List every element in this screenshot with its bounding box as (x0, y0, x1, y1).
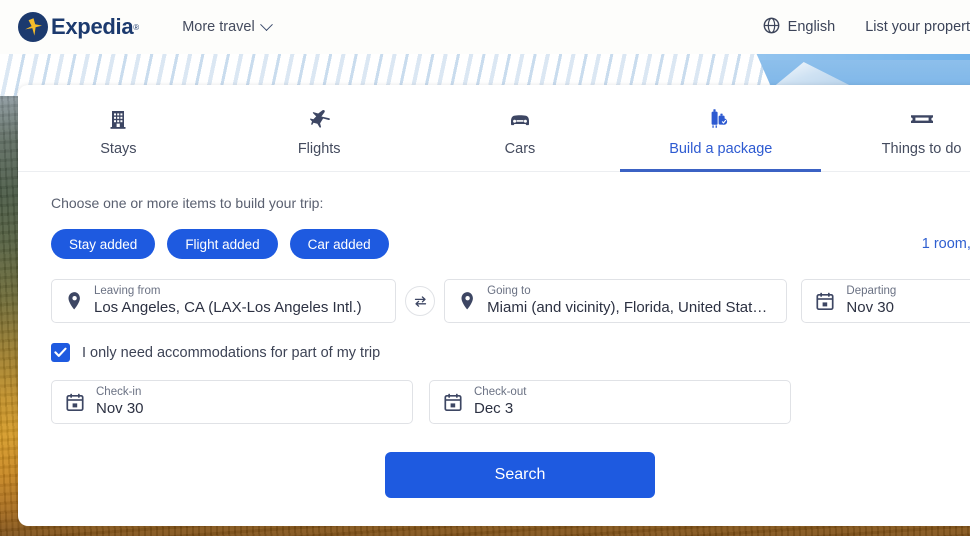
globe-icon (763, 17, 780, 38)
tab-build-a-package[interactable]: Build a package (620, 85, 821, 172)
check-in-value: Nov 30 (96, 400, 144, 417)
leaving-from-label: Leaving from (94, 285, 161, 297)
expedia-logo[interactable]: Expedia ® (18, 12, 139, 42)
expedia-plane-logo-icon (18, 12, 48, 42)
chevron-down-icon (259, 17, 273, 31)
tab-stays[interactable]: Stays (18, 85, 219, 171)
tab-flights-label: Flights (297, 141, 341, 157)
going-to-texts: Going to Miami (and vicinity), Florida, … (487, 285, 772, 317)
chip-car-added[interactable]: Car added (289, 229, 389, 259)
check-out-field[interactable]: Check-out Dec 3 (429, 380, 791, 424)
check-in-field[interactable]: Check-in Nov 30 (51, 380, 413, 424)
list-your-property-link[interactable]: List your propert (865, 19, 970, 35)
car-icon (508, 108, 532, 130)
brand-name: Expedia (51, 14, 134, 39)
route-and-date-row: Leaving from Los Angeles, CA (LAX-Los An… (51, 279, 970, 323)
tab-things-to-do-label: Things to do (881, 141, 962, 157)
tab-stays-label: Stays (100, 141, 137, 157)
swap-arrows-icon[interactable] (405, 286, 436, 316)
ticket-icon (909, 108, 935, 130)
search-form: Choose one or more items to build your t… (18, 172, 970, 498)
partial-stay-checkbox[interactable] (51, 343, 70, 362)
location-pin-icon (459, 291, 475, 311)
search-button-row: Search (51, 452, 970, 498)
tab-cars[interactable]: Cars (420, 85, 621, 171)
brand-trademark: ® (133, 22, 140, 32)
header-right-group: English List your propert (763, 17, 970, 38)
travelers-selector[interactable]: 1 room, 2 (922, 236, 970, 252)
language-selector[interactable]: English (763, 17, 836, 38)
going-to-field[interactable]: Going to Miami (and vicinity), Florida, … (444, 279, 788, 323)
stay-dates-row: Check-in Nov 30 Check-out Dec 3 (51, 380, 970, 424)
building-icon (108, 108, 128, 130)
departing-label: Departing (846, 285, 897, 297)
chip-flight-added[interactable]: Flight added (167, 229, 278, 259)
check-out-texts: Check-out Dec 3 (474, 386, 526, 418)
expedia-page: Expedia ® More travel English List your … (0, 0, 970, 536)
going-to-value: Miami (and vicinity), Florida, United St… (487, 299, 773, 316)
leaving-from-value: Los Angeles, CA (LAX-Los Angeles Intl.) (94, 299, 362, 316)
airplane-icon (308, 108, 331, 130)
language-label: English (787, 19, 836, 35)
search-widget-card: Stays Flights Cars Build a package Thing… (18, 85, 970, 526)
tab-cars-label: Cars (504, 141, 536, 157)
location-pin-icon (66, 291, 82, 311)
site-header: Expedia ® More travel English List your … (0, 0, 970, 54)
tab-things-to-do[interactable]: Things to do (821, 85, 970, 171)
tab-flights[interactable]: Flights (219, 85, 420, 171)
check-in-label: Check-in (96, 386, 142, 398)
tab-build-a-package-label: Build a package (669, 141, 773, 157)
partial-stay-row: I only need accommodations for part of m… (51, 343, 970, 362)
chip-stay-added[interactable]: Stay added (51, 229, 156, 259)
partial-stay-label[interactable]: I only need accommodations for part of m… (82, 345, 380, 361)
departing-value: Nov 30 (846, 299, 894, 316)
trip-item-chips: Stay added Flight added Car added 1 room… (51, 229, 970, 259)
luggage-icon (709, 108, 733, 130)
search-button[interactable]: Search (385, 452, 655, 498)
checkmark-icon (54, 347, 67, 357)
departing-field[interactable]: Departing Nov 30 (801, 279, 970, 323)
departing-texts: Departing Nov 30 (846, 285, 896, 317)
check-out-label: Check-out (474, 386, 527, 398)
calendar-icon (816, 292, 834, 311)
calendar-icon (444, 393, 462, 412)
more-travel-label: More travel (182, 19, 255, 35)
leaving-from-texts: Leaving from Los Angeles, CA (LAX-Los An… (94, 285, 362, 317)
search-tabs: Stays Flights Cars Build a package Thing… (18, 85, 970, 172)
check-out-value: Dec 3 (474, 400, 514, 417)
going-to-label: Going to (487, 285, 531, 297)
calendar-icon (66, 393, 84, 412)
build-trip-prompt: Choose one or more items to build your t… (51, 195, 324, 211)
more-travel-menu[interactable]: More travel (182, 17, 273, 35)
check-in-texts: Check-in Nov 30 (96, 386, 144, 418)
leaving-from-field[interactable]: Leaving from Los Angeles, CA (LAX-Los An… (51, 279, 397, 323)
